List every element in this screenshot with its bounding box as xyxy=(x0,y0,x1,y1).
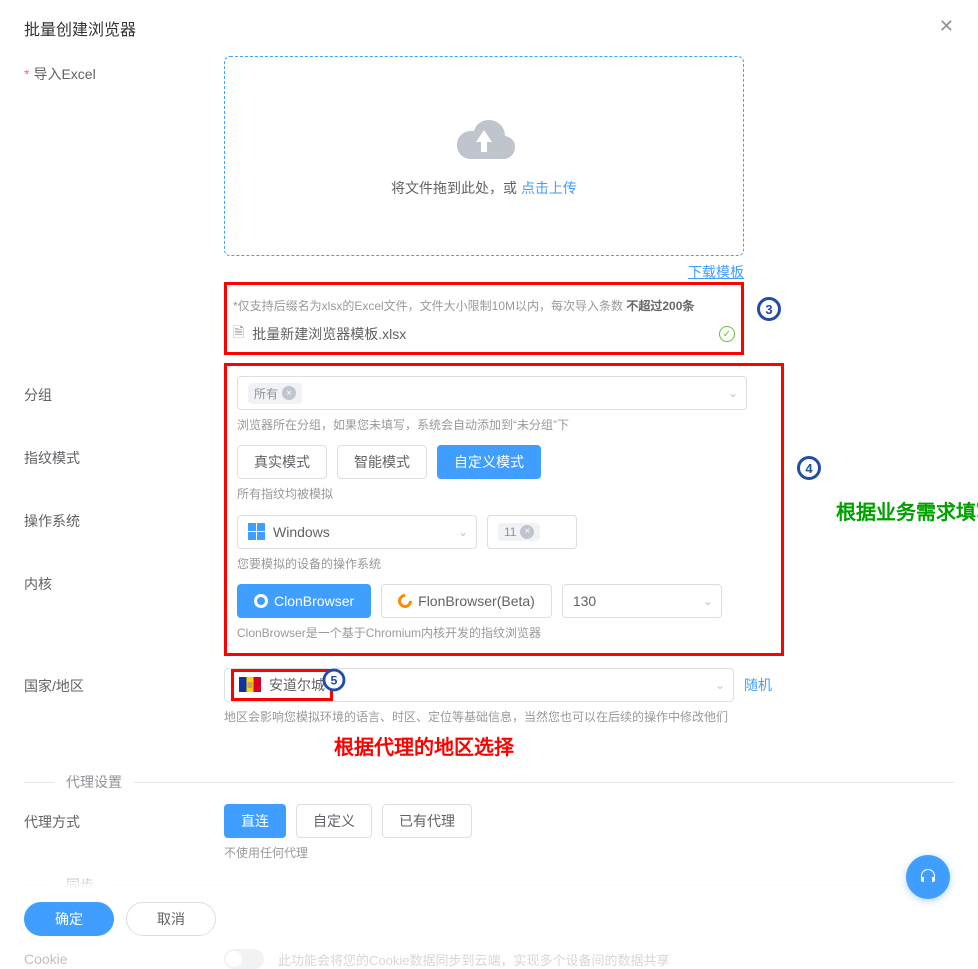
fingerprint-label: 指纹模式 xyxy=(24,440,224,468)
proxy-custom-button[interactable]: 自定义 xyxy=(296,804,372,838)
group-hint: 浏览器所在分组，如果您未填写，系统会自动添加到“未分组”下 xyxy=(237,416,771,435)
uploaded-file-row[interactable]: 🗎 批量新建浏览器模板.xlsx ✓ xyxy=(233,322,735,346)
chevron-down-icon: ⌄ xyxy=(458,525,468,539)
chevron-down-icon: ⌄ xyxy=(715,678,725,692)
upload-dropzone[interactable]: 将文件拖到此处，或 点击上传 xyxy=(224,56,744,256)
document-icon: 🗎 xyxy=(233,322,244,346)
help-fab[interactable] xyxy=(906,855,950,899)
fingerprint-smart-button[interactable]: 智能模式 xyxy=(337,445,427,479)
cookie-hint: 此功能会将您的Cookie数据同步到云端，实现多个设备间的数据共享 xyxy=(278,950,669,969)
import-label: 导入Excel xyxy=(24,56,224,355)
group-tag[interactable]: 所有× xyxy=(248,383,302,404)
modal-footer: 确定 取消 xyxy=(0,889,978,949)
annotation-badge-5: 5 xyxy=(323,669,346,692)
os-version-tag[interactable]: 11× xyxy=(498,523,540,541)
uploaded-file-name: 批量新建浏览器模板.xlsx xyxy=(252,324,406,344)
country-label: 国家/地区 xyxy=(24,668,224,760)
cancel-button[interactable]: 取消 xyxy=(126,902,216,936)
annotation-box-3: *仅支持后缀名为xlsx的Excel文件，文件大小限制10M以内，每次导入条数 … xyxy=(224,282,744,355)
country-random-link[interactable]: 随机 xyxy=(744,675,772,695)
os-label: 操作系统 xyxy=(24,503,224,531)
os-version-select[interactable]: 11× xyxy=(487,515,577,549)
group-label: 分组 xyxy=(24,377,224,405)
modal-header: 批量创建浏览器 ✕ xyxy=(0,0,978,56)
fingerprint-custom-button[interactable]: 自定义模式 xyxy=(437,445,541,479)
chevron-down-icon: ⌄ xyxy=(703,594,713,608)
annotation-badge-4: 4 xyxy=(797,456,821,480)
fingerprint-real-button[interactable]: 真实模式 xyxy=(237,445,327,479)
andorra-flag-icon xyxy=(239,677,261,692)
proxy-existing-button[interactable]: 已有代理 xyxy=(382,804,472,838)
annotation-green-text: 根据业务需求填写 xyxy=(836,496,978,525)
kernel-flon-button[interactable]: FlonBrowser(Beta) xyxy=(381,584,552,618)
cookie-toggle[interactable] xyxy=(224,949,264,969)
proxy-direct-button[interactable]: 直连 xyxy=(224,804,286,838)
tag-remove-icon[interactable]: × xyxy=(520,525,534,539)
os-hint: 您要模拟的设备的操作系统 xyxy=(237,555,771,574)
proxy-section-divider: 代理设置 xyxy=(24,772,954,792)
proxy-hint: 不使用任何代理 xyxy=(224,844,954,863)
download-template-link[interactable]: 下载模板 xyxy=(224,262,744,282)
close-icon[interactable]: ✕ xyxy=(939,16,954,37)
chevron-down-icon: ⌄ xyxy=(728,386,738,400)
fingerprint-hint: 所有指纹均被模拟 xyxy=(237,485,771,504)
check-icon: ✓ xyxy=(719,326,735,342)
headset-icon xyxy=(918,867,938,887)
os-select[interactable]: Windows ⌄ xyxy=(237,515,477,549)
annotation-badge-3: 3 xyxy=(757,297,781,321)
tag-remove-icon[interactable]: × xyxy=(282,386,296,400)
ok-button[interactable]: 确定 xyxy=(24,902,114,936)
windows-icon xyxy=(248,523,265,540)
annotation-box-5: 安道尔城 5 xyxy=(231,669,333,701)
upload-text: 将文件拖到此处，或 点击上传 xyxy=(391,178,577,198)
chrome-icon xyxy=(254,594,268,608)
kernel-version-select[interactable]: 130 ⌄ xyxy=(562,584,722,618)
upload-click-link[interactable]: 点击上传 xyxy=(521,180,577,196)
annotation-box-4: 4 根据业务需求填写 所有× ⌄ 浏览器所在分组，如果您未填写，系统会自动添加到… xyxy=(224,363,784,656)
kernel-hint: ClonBrowser是一个基于Chromium内核开发的指纹浏览器 xyxy=(237,624,771,643)
group-select[interactable]: 所有× ⌄ xyxy=(237,376,747,410)
import-hint: *仅支持后缀名为xlsx的Excel文件，文件大小限制10M以内，每次导入条数 … xyxy=(233,297,735,316)
kernel-clon-button[interactable]: ClonBrowser xyxy=(237,584,371,618)
country-hint: 地区会影响您模拟环境的语言、时区、定位等基础信息，当然您也可以在后续的操作中修改… xyxy=(224,708,954,727)
flon-icon xyxy=(395,591,415,611)
country-select[interactable]: 安道尔城 5 ⌄ xyxy=(224,668,734,702)
modal-title: 批量创建浏览器 xyxy=(24,16,954,40)
cloud-upload-icon xyxy=(449,114,519,164)
annotation-red-text: 根据代理的地区选择 xyxy=(224,731,624,760)
kernel-label: 内核 xyxy=(24,566,224,594)
proxy-label: 代理方式 xyxy=(24,804,224,863)
